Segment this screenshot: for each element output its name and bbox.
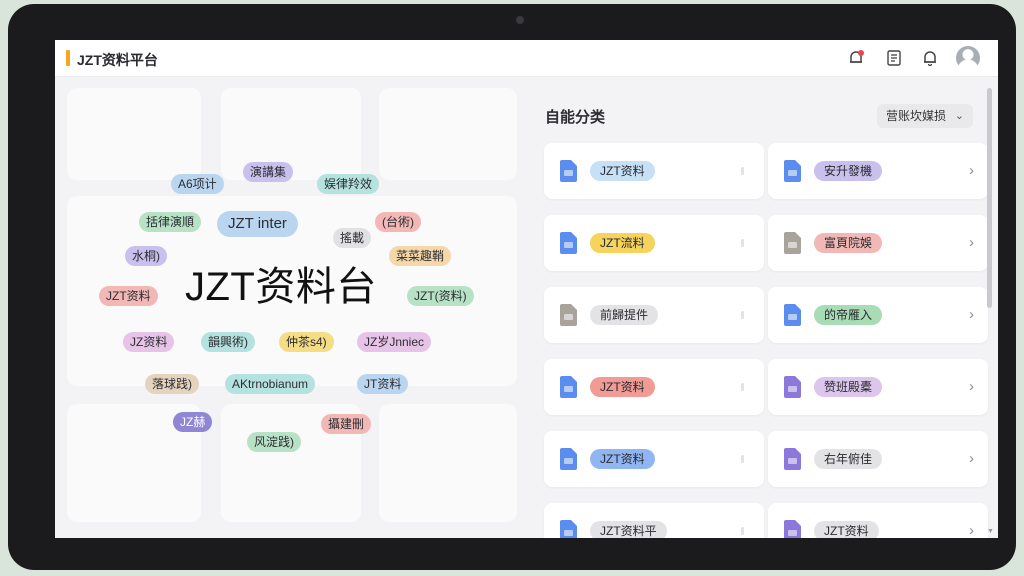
grid-tile	[379, 404, 517, 522]
notification-badge-icon[interactable]	[847, 49, 865, 67]
document-list-icon[interactable]	[885, 49, 903, 67]
category-card[interactable]: JZT资料 ›	[768, 503, 988, 538]
sort-dropdown[interactable]: 营账坎媒损 ⌄	[877, 104, 973, 128]
category-card[interactable]: 赞班殿橐 ›	[768, 359, 988, 415]
category-card[interactable]: JZT资料	[544, 431, 764, 487]
category-label: JZT资料	[590, 161, 655, 181]
document-icon	[560, 376, 577, 398]
chevron-down-icon: ⌄	[954, 110, 964, 122]
document-icon	[784, 304, 801, 326]
category-card[interactable]: 的帝雁入 ›	[768, 287, 988, 343]
chevron-right-icon[interactable]: ›	[969, 233, 974, 253]
category-card[interactable]: 右年俯佳 ›	[768, 431, 988, 487]
chevron-right-icon[interactable]: ›	[969, 161, 974, 181]
tag-chip[interactable]: 韻興術)	[201, 332, 255, 352]
document-icon	[560, 304, 577, 326]
tag-chip[interactable]: 演講集	[243, 162, 294, 182]
tag-chip[interactable]: JZT inter	[217, 211, 298, 237]
scroll-down-arrow-icon[interactable]: ▼	[987, 528, 994, 535]
chevron-right-icon[interactable]: ›	[969, 521, 974, 538]
grid-tile	[379, 88, 517, 180]
category-label: 右年俯佳	[814, 449, 883, 469]
document-icon	[784, 376, 801, 398]
document-icon	[784, 160, 801, 182]
category-card[interactable]: 富頁院娛 ›	[768, 215, 988, 271]
tag-chip[interactable]: A6项计	[171, 174, 224, 194]
category-label: JZT资料	[590, 449, 655, 469]
tag-cloud-area: JZT资料台 A6项计 演講集 娱律羚效 括律演順 JZT inter 搖載 (…	[67, 88, 527, 528]
category-label: 赞班殿橐	[814, 377, 883, 397]
tag-chip[interactable]: AKtrnobianum	[225, 374, 316, 394]
category-label: 富頁院娛	[814, 233, 883, 253]
camera-dot	[516, 16, 524, 24]
card-divider	[741, 311, 744, 319]
chevron-right-icon[interactable]: ›	[969, 449, 974, 469]
tag-chip[interactable]: JZT(资料)	[407, 286, 474, 306]
tag-chip[interactable]: 落球践)	[145, 374, 199, 394]
tag-chip[interactable]: JZ资料	[123, 332, 175, 352]
panel-title: 自能分类	[545, 109, 606, 126]
document-icon	[560, 520, 577, 538]
tag-chip[interactable]: JT资料	[357, 374, 409, 394]
tag-chip[interactable]: 娱律羚效	[317, 174, 380, 194]
document-icon	[784, 448, 801, 470]
category-label: JZT流料	[590, 233, 655, 253]
grid-tile	[67, 88, 201, 180]
scrollbar-thumb[interactable]	[987, 88, 992, 308]
card-divider	[741, 527, 744, 535]
tag-chip[interactable]: 括律演順	[139, 212, 202, 232]
category-label: JZT资料	[814, 521, 879, 538]
tag-chip[interactable]: 水桐)	[125, 246, 167, 266]
document-icon	[560, 160, 577, 182]
chevron-right-icon[interactable]: ›	[969, 377, 974, 397]
category-label: JZT资料平	[590, 521, 667, 538]
tag-chip[interactable]: 攝建刪	[321, 414, 372, 434]
card-divider	[741, 383, 744, 391]
brand-accent-bar	[66, 50, 70, 66]
card-divider	[741, 167, 744, 175]
chevron-right-icon[interactable]: ›	[969, 305, 974, 325]
top-header: JZT资料平台	[55, 40, 998, 77]
document-icon	[560, 232, 577, 254]
document-icon	[560, 448, 577, 470]
document-icon	[784, 520, 801, 538]
user-avatar-icon[interactable]	[956, 46, 980, 70]
tag-chip[interactable]: JZT资料	[99, 286, 158, 306]
category-card[interactable]: JZT资料平	[544, 503, 764, 538]
category-card[interactable]: JZT资料	[544, 359, 764, 415]
app-screen: JZT资料平台 JZT资料台 A6项计 演講集 娱律羚效 括律演順 JZT in…	[55, 40, 998, 538]
tag-chip[interactable]: JZ岁Jnniec	[357, 332, 432, 352]
card-divider	[741, 239, 744, 247]
category-card[interactable]: JZT流料	[544, 215, 764, 271]
cloud-headline: JZT资料台	[185, 265, 377, 309]
tag-chip[interactable]: 风淀践)	[247, 432, 301, 452]
card-divider	[741, 455, 744, 463]
tag-chip[interactable]: 菜菜趣鞘	[389, 246, 452, 266]
category-card[interactable]: 前歸提件	[544, 287, 764, 343]
category-label: 前歸提件	[590, 305, 659, 325]
bell-icon[interactable]	[921, 49, 939, 67]
tag-chip[interactable]: 搖載	[333, 228, 372, 248]
category-card[interactable]: 安升發機 ›	[768, 143, 988, 199]
tag-chip[interactable]: 仲茶s4)	[279, 332, 334, 352]
tag-chip[interactable]: (台術)	[375, 212, 421, 232]
category-label: JZT资料	[590, 377, 655, 397]
tag-chip[interactable]: JZ赫	[173, 412, 213, 432]
category-label: 的帝雁入	[814, 305, 883, 325]
tablet-frame: JZT资料平台 JZT资料台 A6项计 演講集 娱律羚效 括律演順 JZT in…	[8, 4, 1016, 570]
document-icon	[784, 232, 801, 254]
category-label: 安升發機	[814, 161, 883, 181]
app-title: JZT资料平台	[77, 52, 158, 68]
category-card[interactable]: JZT资料	[544, 143, 764, 199]
sort-label: 营账坎媒损	[886, 109, 947, 123]
